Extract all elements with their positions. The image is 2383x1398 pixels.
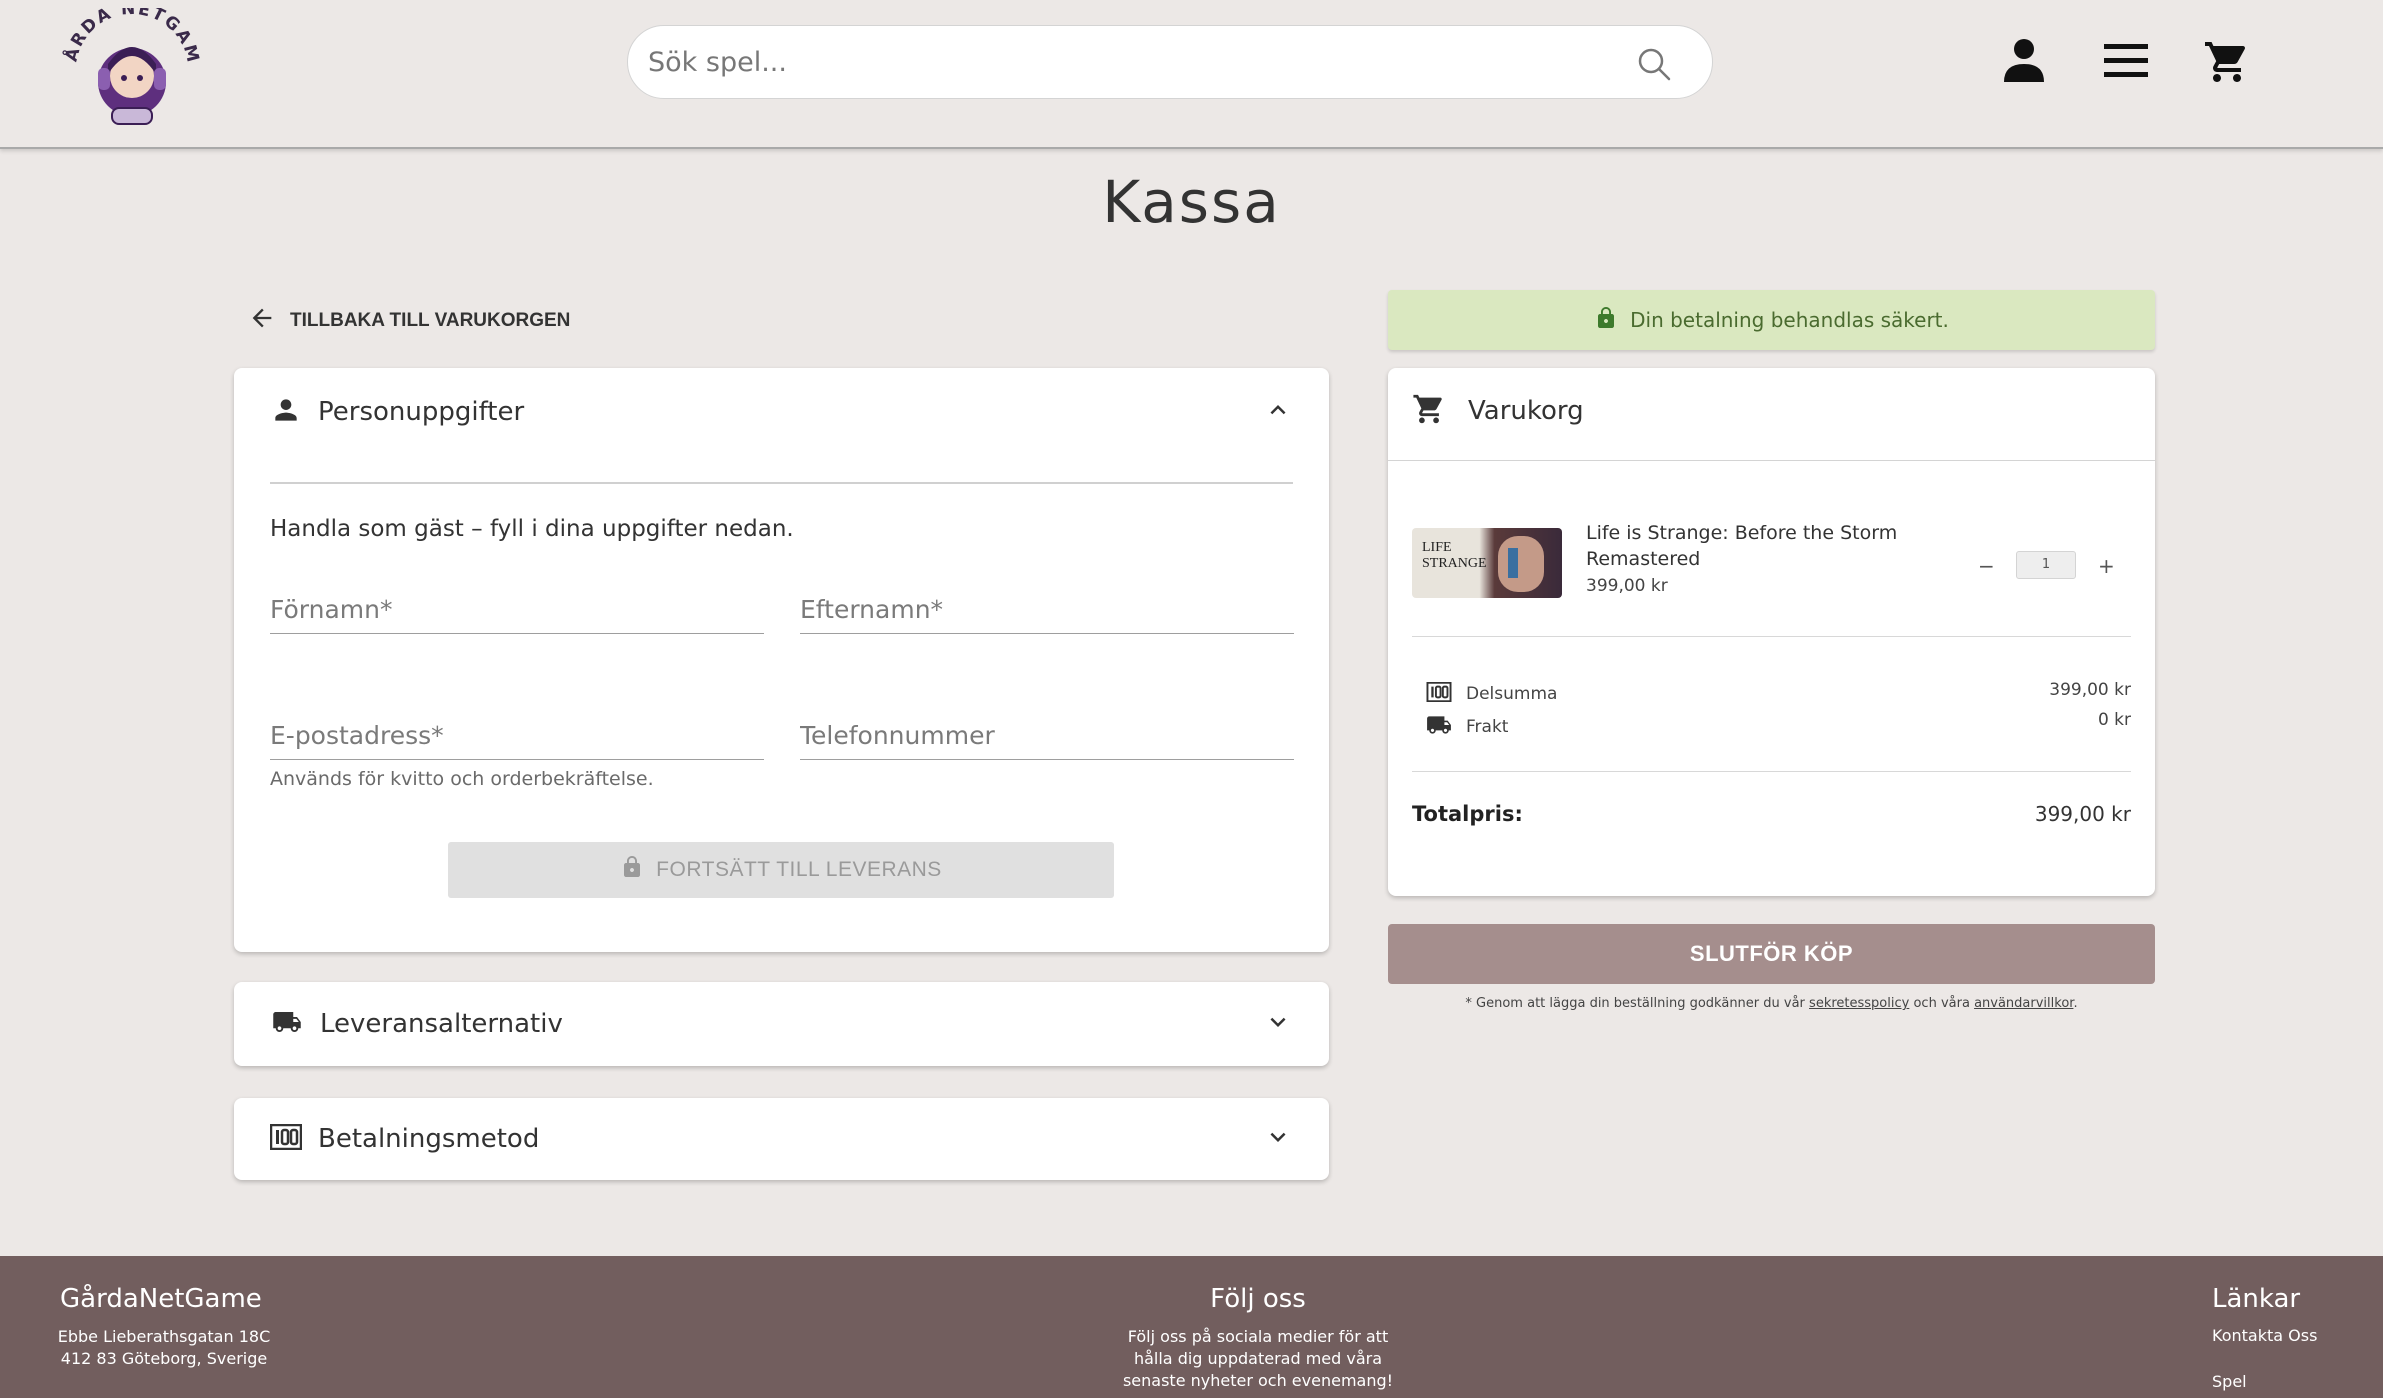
back-to-cart-link[interactable]: TILLBAKA TILL VARUKORGEN (248, 304, 570, 338)
footer-address: Ebbe Lieberathsgatan 18C 412 83 Göteborg… (44, 1326, 284, 1370)
guest-text: Handla som gäst – fyll i dina uppgifter … (270, 516, 794, 542)
footer-follow-line-2: hålla dig uppdaterad med våra (1133, 1349, 1383, 1368)
terms-notice: * Genom att lägga din beställning godkän… (1388, 996, 2155, 1011)
total-value: 399,00 kr (2034, 802, 2131, 826)
email-input[interactable] (270, 712, 764, 759)
footer-link-games[interactable]: Spel (2212, 1372, 2247, 1391)
quantity-input[interactable]: 1 (2016, 551, 2076, 579)
cart-summary: Varukorg LIFE STRANGE Life is Strange: B… (1388, 368, 2155, 896)
lock-icon (620, 854, 644, 886)
first-name-field (270, 586, 764, 634)
terms-middle: och våra (1913, 996, 1970, 1011)
phone-field (800, 712, 1294, 760)
chevron-down-icon[interactable] (1263, 1007, 1293, 1041)
subtotal-label: Delsumma (1466, 684, 1558, 704)
last-name-field (800, 586, 1294, 634)
cart-title: Varukorg (1468, 396, 1584, 426)
item-divider (1412, 636, 2131, 637)
payment-header[interactable]: Betalningsmetod (269, 1117, 1293, 1161)
site-logo[interactable]: GÅRDA NETGAME (54, 0, 202, 138)
site-header: GÅRDA NETGAME (0, 0, 2383, 149)
increase-quantity-button[interactable]: + (2098, 554, 2115, 578)
terms-suffix: . (2073, 996, 2078, 1011)
footer-follow-line-3: senaste nyheter och evenemang! (1122, 1371, 1394, 1390)
footer-address-line-1: Ebbe Lieberathsgatan 18C (57, 1327, 271, 1346)
footer-links-title: Länkar (2212, 1284, 2301, 1314)
payment-title: Betalningsmetod (318, 1124, 540, 1154)
truck-icon (1424, 712, 1454, 742)
first-name-input[interactable] (270, 586, 764, 633)
delivery-section[interactable]: Leveransalternativ (234, 982, 1329, 1066)
shipping-value: 0 kr (2097, 710, 2131, 730)
personal-details-title: Personuppgifter (318, 397, 525, 427)
footer-link-contact[interactable]: Kontakta Oss (2212, 1326, 2317, 1345)
terms-of-use-link[interactable]: användarvillkor (1974, 996, 2073, 1011)
payment-icon (1426, 681, 1452, 706)
cart-divider (1388, 460, 2155, 461)
terms-prefix: * Genom att lägga din beställning godkän… (1465, 996, 1805, 1011)
phone-input[interactable] (800, 712, 1294, 759)
secure-notice-text: Din betalning behandlas säkert. (1630, 308, 1949, 332)
page-title: Kassa (1102, 168, 1281, 236)
footer-follow-text: Följ oss på sociala medier för att hålla… (1090, 1326, 1426, 1392)
product-price: 399,00 kr (1586, 576, 1668, 596)
menu-icon[interactable] (2104, 44, 2148, 82)
total-label: Totalpris: (1412, 802, 1523, 826)
cart-icon (1412, 392, 1446, 430)
search-icon[interactable] (1636, 46, 1672, 82)
shipping-label: Frakt (1466, 717, 1509, 737)
subtotal-row: Delsumma (1426, 681, 1558, 706)
footer-follow-title: Följ oss (1210, 1284, 1306, 1314)
continue-to-delivery-button[interactable]: FORTSÄTT TILL LEVERANS (448, 842, 1114, 898)
personal-details-header[interactable]: Personuppgifter (270, 390, 1293, 434)
delivery-title: Leveransalternativ (320, 1009, 563, 1039)
person-icon (270, 394, 302, 430)
cart-header: Varukorg (1412, 392, 1584, 430)
complete-purchase-button[interactable]: SLUTFÖR KÖP (1388, 924, 2155, 984)
search-input[interactable] (646, 26, 1606, 98)
payment-section[interactable]: Betalningsmetod (234, 1098, 1329, 1180)
product-thumbnail[interactable]: LIFE STRANGE (1412, 528, 1562, 598)
truck-icon (270, 1007, 304, 1041)
footer-follow-line-1: Följ oss på sociala medier för att (1127, 1327, 1389, 1346)
chevron-up-icon[interactable] (1263, 395, 1293, 429)
email-helper-text: Används för kvitto och orderbekräftelse. (270, 768, 654, 790)
footer-address-line-2: 412 83 Göteborg, Sverige (60, 1349, 268, 1368)
last-name-input[interactable] (800, 586, 1294, 633)
continue-label: FORTSÄTT TILL LEVERANS (656, 858, 942, 881)
chevron-down-icon[interactable] (1263, 1122, 1293, 1156)
cart-icon[interactable] (2203, 38, 2251, 90)
thumb-text-2: STRANGE (1422, 556, 1487, 571)
section-divider (270, 482, 1293, 484)
site-footer: GårdaNetGame Ebbe Lieberathsgatan 18C 41… (0, 1256, 2383, 1398)
back-label: TILLBAKA TILL VARUKORGEN (290, 310, 571, 331)
delivery-header[interactable]: Leveransalternativ (270, 1002, 1293, 1046)
totals-divider (1412, 771, 2131, 772)
payment-icon (269, 1123, 303, 1154)
search-bar (627, 25, 1713, 99)
thumb-text-1: LIFE (1422, 540, 1452, 555)
secure-payment-notice: Din betalning behandlas säkert. (1388, 290, 2155, 350)
footer-brand: GårdaNetGame (60, 1284, 262, 1314)
arrow-left-icon (248, 304, 276, 338)
email-field (270, 712, 764, 760)
lock-icon (1594, 305, 1618, 336)
product-name[interactable]: Life is Strange: Before the Storm Remast… (1586, 520, 1966, 572)
shipping-row: Frakt (1424, 712, 1508, 742)
account-icon[interactable] (2004, 38, 2044, 86)
subtotal-value: 399,00 kr (2049, 680, 2131, 700)
privacy-policy-link[interactable]: sekretesspolicy (1809, 996, 1909, 1011)
decrease-quantity-button[interactable]: − (1978, 554, 1995, 578)
